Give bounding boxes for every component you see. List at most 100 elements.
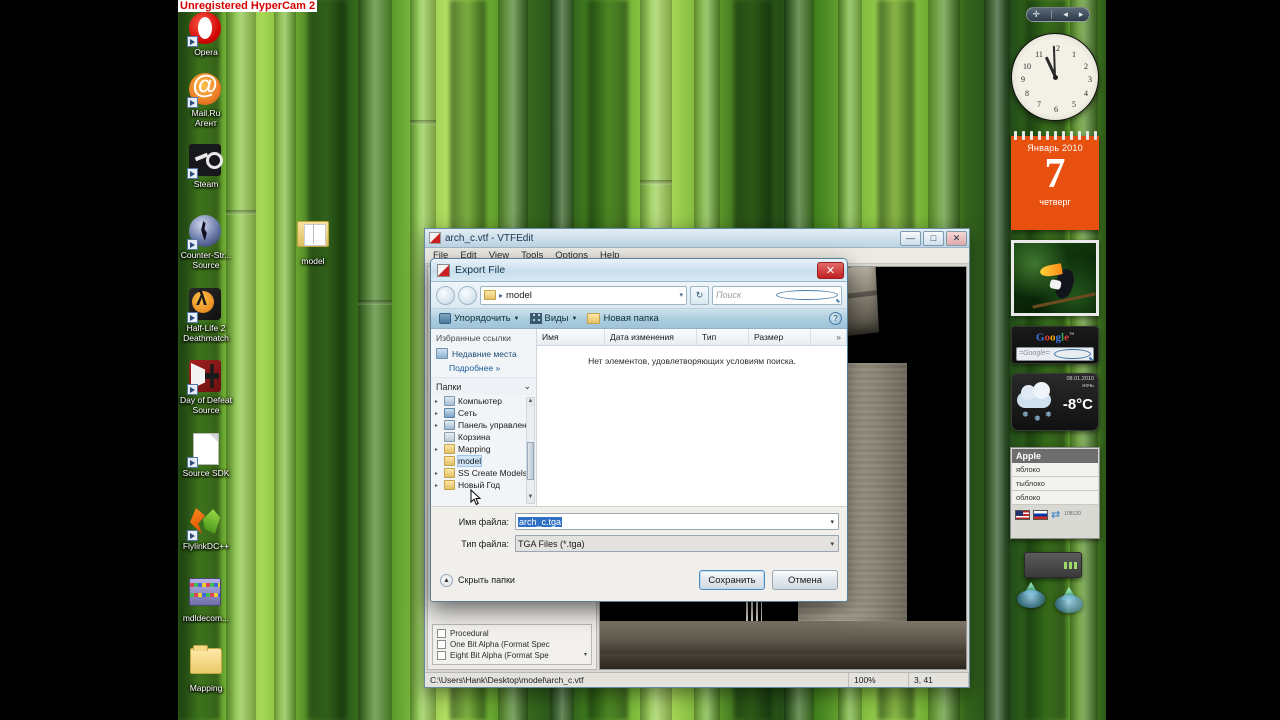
sidebar-controls[interactable]: ✛ ◂ ▸ — [1026, 7, 1090, 22]
checkbox-one-bit-alpha[interactable]: One Bit Alpha (Format Spec — [437, 639, 587, 650]
maximize-button[interactable]: □ — [923, 230, 944, 246]
filename-input[interactable]: arch_c.tga ▾ — [515, 513, 839, 530]
clock-number: 10 — [1023, 62, 1031, 71]
desktop-icon-mapping[interactable]: Mapping — [168, 645, 244, 694]
chevron-down-icon[interactable]: ▾ — [679, 291, 683, 299]
search-box[interactable]: Поиск — [712, 285, 842, 305]
help-icon[interactable]: ? — [829, 312, 842, 325]
scrollbar-thumb[interactable] — [527, 442, 534, 481]
sidebar-add-gadget-icon[interactable]: ✛ — [1033, 9, 1041, 20]
tree-item-model[interactable]: model — [431, 455, 536, 467]
breadcrumb-current[interactable]: model — [506, 290, 532, 301]
desktop-icon-flylinkdc[interactable]: FlylinkDC++ — [168, 506, 244, 552]
desktop-icon-day-of-defeat-source[interactable]: Day of Defeat Source — [168, 360, 244, 415]
us-flag-icon[interactable] — [1015, 509, 1030, 520]
sidebar-next-icon[interactable]: ▸ — [1079, 9, 1084, 20]
tree-item-control-panel[interactable]: ▸ Панель управлен — [431, 419, 536, 431]
google-search-placeholder: =Google= — [1019, 350, 1050, 358]
tree-item-label: model — [456, 455, 483, 467]
tree-item-mapping[interactable]: ▸ Mapping — [431, 443, 536, 455]
desktop-icon-steam[interactable]: Steam — [168, 144, 244, 190]
column-more[interactable]: » — [811, 329, 847, 345]
hide-folders-button[interactable]: ▲ Скрыть папки — [440, 573, 515, 587]
folder-icon — [484, 290, 496, 300]
checkbox-box[interactable] — [437, 640, 446, 649]
column-type[interactable]: Тип — [697, 329, 749, 345]
scroll-up-icon[interactable]: ▲ — [527, 398, 534, 407]
weather-gadget[interactable]: 08.01.2010 ночь ❅ ❅ ❅ -8°C — [1011, 373, 1099, 431]
expand-arrow-icon[interactable]: ▸ — [435, 446, 441, 453]
desktop-icon-label: Mapping — [189, 683, 223, 693]
organize-button[interactable]: Упорядочить ▼ — [436, 312, 523, 325]
save-button[interactable]: Сохранить — [699, 570, 765, 590]
breadcrumb[interactable]: ▸ model ▾ — [480, 285, 687, 305]
vtfedit-window-buttons: — □ ✕ — [900, 230, 967, 246]
tree-item-ss-create-models[interactable]: ▸ SS Create Models — [431, 467, 536, 479]
checkbox-procedural[interactable]: Procedural — [437, 628, 587, 639]
search-icon[interactable] — [1054, 348, 1091, 359]
column-modified[interactable]: Дата изменения — [605, 329, 697, 345]
tree-item-label: Новый Год — [458, 480, 501, 490]
sidebar-prev-icon[interactable]: ◂ — [1063, 9, 1068, 20]
checkbox-eight-bit-alpha[interactable]: Eight Bit Alpha (Format Spe ▾ — [437, 650, 587, 661]
scroll-down-icon[interactable]: ▼ — [527, 494, 534, 503]
google-search-input[interactable]: =Google= — [1016, 346, 1094, 361]
expand-arrow-icon[interactable]: ▸ — [435, 398, 441, 405]
slideshow-gadget[interactable] — [1011, 240, 1099, 316]
checkbox-box[interactable] — [437, 629, 446, 638]
export-file-dialog[interactable]: Export File ✕ ▸ model ▾ ↻ Поиск Упорядоч… — [430, 258, 848, 602]
column-name[interactable]: Имя — [537, 329, 605, 345]
cpu-meter-gadget[interactable] — [1024, 552, 1082, 578]
filetype-row: Тип файла: TGA Files (*.tga) ▾ — [439, 535, 839, 552]
minimize-button[interactable]: — — [900, 230, 921, 246]
tree-scrollbar[interactable]: ▲ ▼ — [526, 397, 535, 504]
swap-languages-icon[interactable]: ⇄ — [1051, 508, 1060, 521]
views-button[interactable]: Виды ▼ — [527, 312, 581, 325]
desktop-icon-counter-strike-source[interactable]: Counter-Str... Source — [168, 215, 244, 270]
cancel-button[interactable]: Отмена — [772, 570, 838, 590]
tree-item-network[interactable]: ▸ Сеть — [431, 407, 536, 419]
chevron-down-icon[interactable]: ▾ — [830, 518, 836, 526]
close-button[interactable]: ✕ — [946, 230, 967, 246]
chevron-down-icon[interactable]: ⌄ — [523, 381, 531, 392]
back-button[interactable] — [436, 285, 455, 305]
desktop-icon-model-folder[interactable]: model — [275, 218, 351, 267]
ru-flag-icon[interactable] — [1033, 509, 1048, 520]
refresh-button[interactable]: ↻ — [690, 285, 709, 305]
filetype-select[interactable]: TGA Files (*.tga) ▾ — [515, 535, 839, 552]
desktop-icon-half-life-2-deathmatch[interactable]: Half-Life 2 Deathmatch — [168, 288, 244, 343]
forward-button[interactable] — [458, 285, 477, 305]
dialog-close-button[interactable]: ✕ — [817, 261, 844, 279]
desktop-icon-opera[interactable]: Opera — [168, 12, 244, 58]
expand-arrow-icon[interactable]: ▸ — [435, 422, 441, 429]
gauge-gadget-right[interactable] — [1052, 585, 1086, 615]
vtfedit-titlebar[interactable]: arch_c.vtf - VTFEdit — □ ✕ — [425, 229, 969, 248]
checkbox-box[interactable] — [437, 651, 446, 660]
tree-item-novy-god[interactable]: ▸ Новый Год — [431, 479, 536, 491]
favorite-recent-places[interactable]: Недавние места — [431, 346, 536, 361]
clock-gadget[interactable]: 12 1 2 3 4 5 6 7 8 9 10 11 — [1011, 33, 1099, 121]
dictionary-gadget[interactable]: Apple яблоко тыблоко облоко ⇄ 108120 — [1010, 447, 1100, 539]
desktop-icon-label: Counter-Str... Source — [180, 250, 232, 270]
tree-item-recycle-bin[interactable]: Корзина — [431, 431, 536, 443]
desktop-icon-mailru-agent[interactable]: Mail.Ru Агент — [168, 69, 244, 128]
google-search-gadget[interactable]: Google™ =Google= — [1011, 326, 1099, 364]
calendar-gadget[interactable]: Январь 2010 7 четверг — [1011, 131, 1099, 230]
filetype-label: Тип файла: — [461, 538, 509, 549]
expand-arrow-icon[interactable]: ▸ — [435, 410, 441, 417]
dialog-titlebar[interactable]: Export File ✕ — [431, 259, 847, 282]
chevron-down-icon[interactable]: ▾ — [584, 650, 587, 661]
gauge-gadget-left[interactable] — [1014, 580, 1048, 610]
dictionary-counter: 108120 — [1064, 511, 1081, 517]
dictionary-language-bar: ⇄ 108120 — [1012, 505, 1098, 521]
column-size[interactable]: Размер — [749, 329, 811, 345]
chevron-down-icon[interactable]: ▾ — [830, 540, 836, 548]
expand-arrow-icon[interactable]: ▸ — [435, 470, 441, 477]
desktop-icon-source-sdk[interactable]: Source SDK — [168, 433, 244, 479]
desktop-icon-mdldecom[interactable]: mdldecom... — [168, 578, 244, 624]
more-link[interactable]: Подробнее » — [431, 361, 536, 377]
expand-arrow-icon[interactable]: ▸ — [435, 482, 441, 489]
tree-item-computer[interactable]: ▸ Компьютер — [431, 395, 536, 407]
new-folder-button[interactable]: Новая папка — [584, 312, 661, 325]
folders-header[interactable]: Папки ⌄ — [431, 377, 536, 395]
